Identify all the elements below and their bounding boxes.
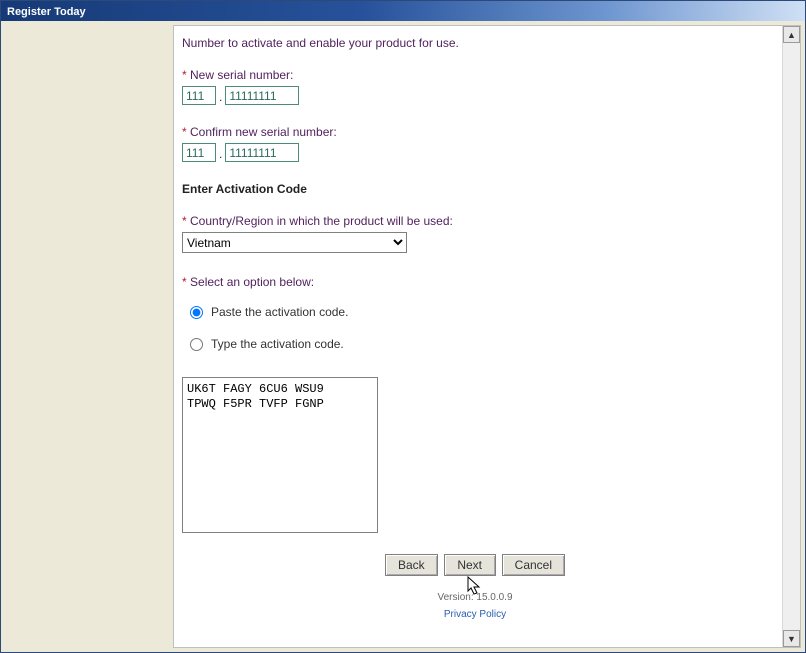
radio-paste-row[interactable]: Paste the activation code.	[190, 305, 768, 319]
radio-paste[interactable]	[190, 306, 203, 319]
version-text: Version: 15.0.0.9	[182, 592, 768, 603]
scroll-up-button[interactable]: ▲	[783, 26, 800, 43]
select-option-label: * Select an option below:	[182, 275, 768, 289]
back-button[interactable]: Back	[385, 554, 438, 576]
register-window: Register Today Number to activate and en…	[0, 0, 806, 653]
content-frame: Number to activate and enable your produ…	[173, 25, 801, 648]
new-serial-part2[interactable]	[225, 86, 299, 105]
serial-separator: .	[218, 147, 223, 161]
serial-separator: .	[218, 90, 223, 104]
country-label-text: Country/Region in which the product will…	[190, 214, 453, 228]
window-body: Number to activate and enable your produ…	[1, 21, 805, 652]
confirm-serial-row: .	[182, 143, 768, 162]
privacy-link[interactable]: Privacy Policy	[444, 609, 506, 620]
scroll-down-button[interactable]: ▼	[783, 630, 800, 647]
confirm-serial-part1[interactable]	[182, 143, 216, 162]
new-serial-row: .	[182, 86, 768, 105]
country-row: Vietnam	[182, 232, 768, 253]
chevron-down-icon: ▼	[787, 634, 796, 644]
country-select[interactable]: Vietnam	[182, 232, 407, 253]
new-serial-label: * New serial number:	[182, 68, 768, 82]
left-gutter	[1, 21, 173, 652]
nav-button-row: Back Next Cancel	[182, 554, 768, 576]
confirm-serial-label-text: Confirm new serial number:	[190, 125, 337, 139]
cancel-button[interactable]: Cancel	[502, 554, 565, 576]
next-button[interactable]: Next	[444, 554, 496, 576]
intro-text: Number to activate and enable your produ…	[182, 36, 768, 50]
confirm-serial-label: * Confirm new serial number:	[182, 125, 768, 139]
new-serial-label-text: New serial number:	[190, 68, 293, 82]
country-label: * Country/Region in which the product wi…	[182, 214, 768, 228]
content-panel: Number to activate and enable your produ…	[174, 26, 782, 647]
required-marker: *	[182, 68, 190, 82]
required-marker: *	[182, 275, 190, 289]
titlebar: Register Today	[1, 1, 805, 21]
radio-paste-label: Paste the activation code.	[211, 305, 348, 319]
radio-type-label: Type the activation code.	[211, 337, 344, 351]
chevron-up-icon: ▲	[787, 30, 796, 40]
select-option-label-text: Select an option below:	[190, 275, 314, 289]
window-title: Register Today	[7, 6, 86, 18]
new-serial-part1[interactable]	[182, 86, 216, 105]
radio-type[interactable]	[190, 338, 203, 351]
privacy-row: Privacy Policy	[182, 609, 768, 620]
required-marker: *	[182, 125, 190, 139]
required-marker: *	[182, 214, 190, 228]
radio-type-row[interactable]: Type the activation code.	[190, 337, 768, 351]
activation-heading: Enter Activation Code	[182, 182, 768, 196]
activation-code-textarea[interactable]: UK6T FAGY 6CU6 WSU9 TPWQ F5PR TVFP FGNP	[182, 377, 378, 533]
vertical-scrollbar[interactable]: ▲ ▼	[782, 26, 800, 647]
confirm-serial-part2[interactable]	[225, 143, 299, 162]
